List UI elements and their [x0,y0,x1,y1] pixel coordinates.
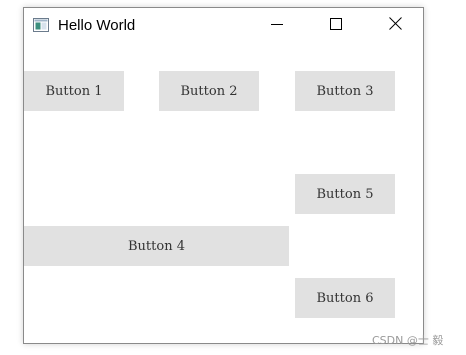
button-6[interactable]: Button 6 [295,278,395,318]
watermark-text: CSDN @士 毅 [372,334,444,347]
minimize-icon [271,17,283,35]
window-title: Hello World [58,17,136,34]
button-5[interactable]: Button 5 [295,174,395,214]
close-icon [388,17,402,35]
minimize-button[interactable] [254,8,300,44]
main-window: Hello World Button 1 Button 2 Button 3 B… [23,7,424,344]
app-window-icon [33,18,49,32]
button-3[interactable]: Button 3 [295,71,395,111]
button-4[interactable]: Button 4 [24,226,289,266]
button-1[interactable]: Button 1 [24,71,124,111]
button-2[interactable]: Button 2 [159,71,259,111]
maximize-icon [330,17,342,35]
title-bar[interactable]: Hello World [24,8,423,44]
maximize-button[interactable] [313,8,359,44]
close-button[interactable] [372,8,418,44]
